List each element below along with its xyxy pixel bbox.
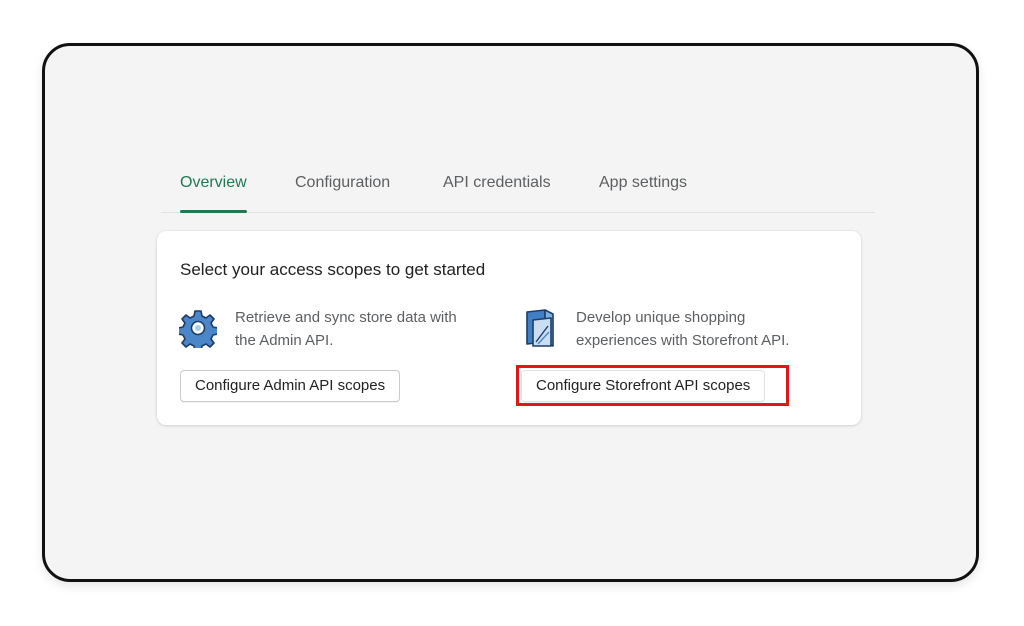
- configure-admin-api-scopes-button[interactable]: Configure Admin API scopes: [180, 370, 401, 402]
- tab-app-settings[interactable]: App settings: [599, 160, 687, 212]
- storefront-icon: [521, 308, 559, 348]
- storefront-desc-line-2: experiences with Storefront API.: [576, 332, 790, 349]
- highlight-box: [516, 365, 789, 406]
- tab-api-credentials[interactable]: API credentials: [443, 160, 551, 212]
- card-title: Select your access scopes to get started: [180, 260, 486, 279]
- admin-desc-line-1: Retrieve and sync store data with: [235, 309, 457, 326]
- admin-api-description: Retrieve and sync store data with the Ad…: [235, 306, 457, 352]
- admin-desc-line-2: the Admin API.: [235, 332, 334, 349]
- storefront-api-description: Develop unique shopping experiences with…: [576, 306, 789, 352]
- tab-overview[interactable]: Overview: [180, 160, 247, 213]
- gear-icon: [177, 308, 219, 352]
- tab-bar: Overview Configuration API credentials A…: [161, 160, 875, 213]
- storefront-desc-line-1: Develop unique shopping: [576, 309, 746, 326]
- tab-configuration[interactable]: Configuration: [295, 160, 390, 212]
